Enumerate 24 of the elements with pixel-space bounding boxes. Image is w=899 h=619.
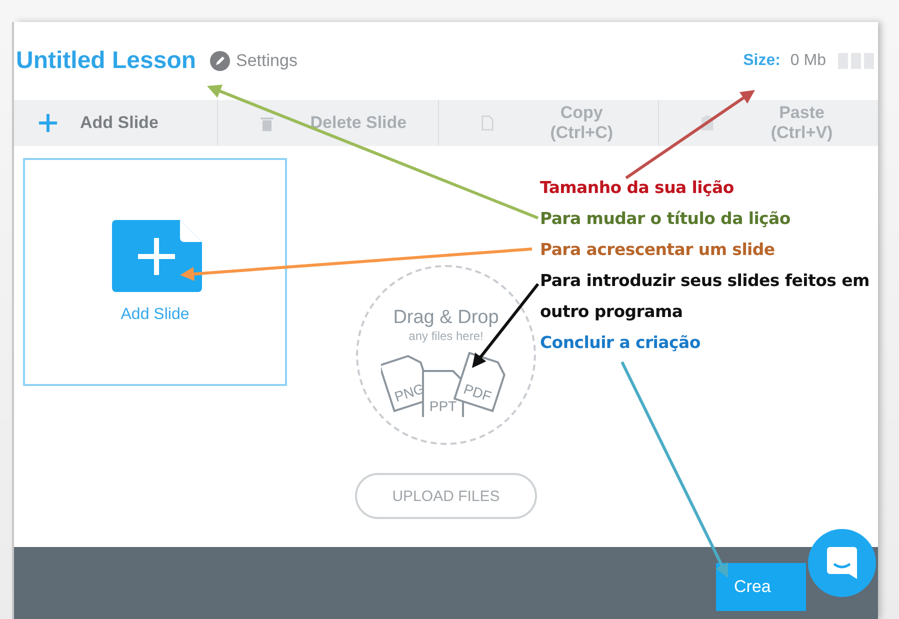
create-button[interactable]: Crea xyxy=(716,563,806,611)
document-icon xyxy=(478,113,496,133)
add-slide-label: Add Slide xyxy=(120,306,190,324)
annotation-text: Para introduzir seus slides feitos em outro programa xyxy=(540,270,870,323)
size-label: Size: xyxy=(743,52,780,70)
file-type-label: PDF xyxy=(462,380,494,404)
upload-files-button[interactable]: UPLOAD FILES xyxy=(355,473,537,519)
pencil-icon[interactable] xyxy=(210,51,230,71)
add-document-icon xyxy=(112,220,202,292)
drop-zone-hint: any files here! xyxy=(408,329,484,343)
plus-icon xyxy=(38,113,58,133)
annotation-text: Concluir a criação xyxy=(540,332,702,354)
annotation-text: Para mudar o título da lição xyxy=(540,208,792,230)
add-slide-card[interactable]: Add Slide xyxy=(23,158,287,386)
lesson-title[interactable]: Untitled Lesson xyxy=(16,47,196,75)
storage-bars-icon xyxy=(838,53,874,69)
file-icon xyxy=(422,370,464,417)
file-type-label: PPT xyxy=(429,398,457,414)
chat-icon xyxy=(827,547,857,579)
drop-zone-title: Drag & Drop xyxy=(393,307,499,329)
settings-link[interactable]: Settings xyxy=(236,51,298,71)
size-value: 0 Mb xyxy=(790,52,826,70)
annotation-text: Tamanho da sua lição xyxy=(540,177,735,199)
annotation-text: Para acrescentar um slide xyxy=(540,239,776,261)
